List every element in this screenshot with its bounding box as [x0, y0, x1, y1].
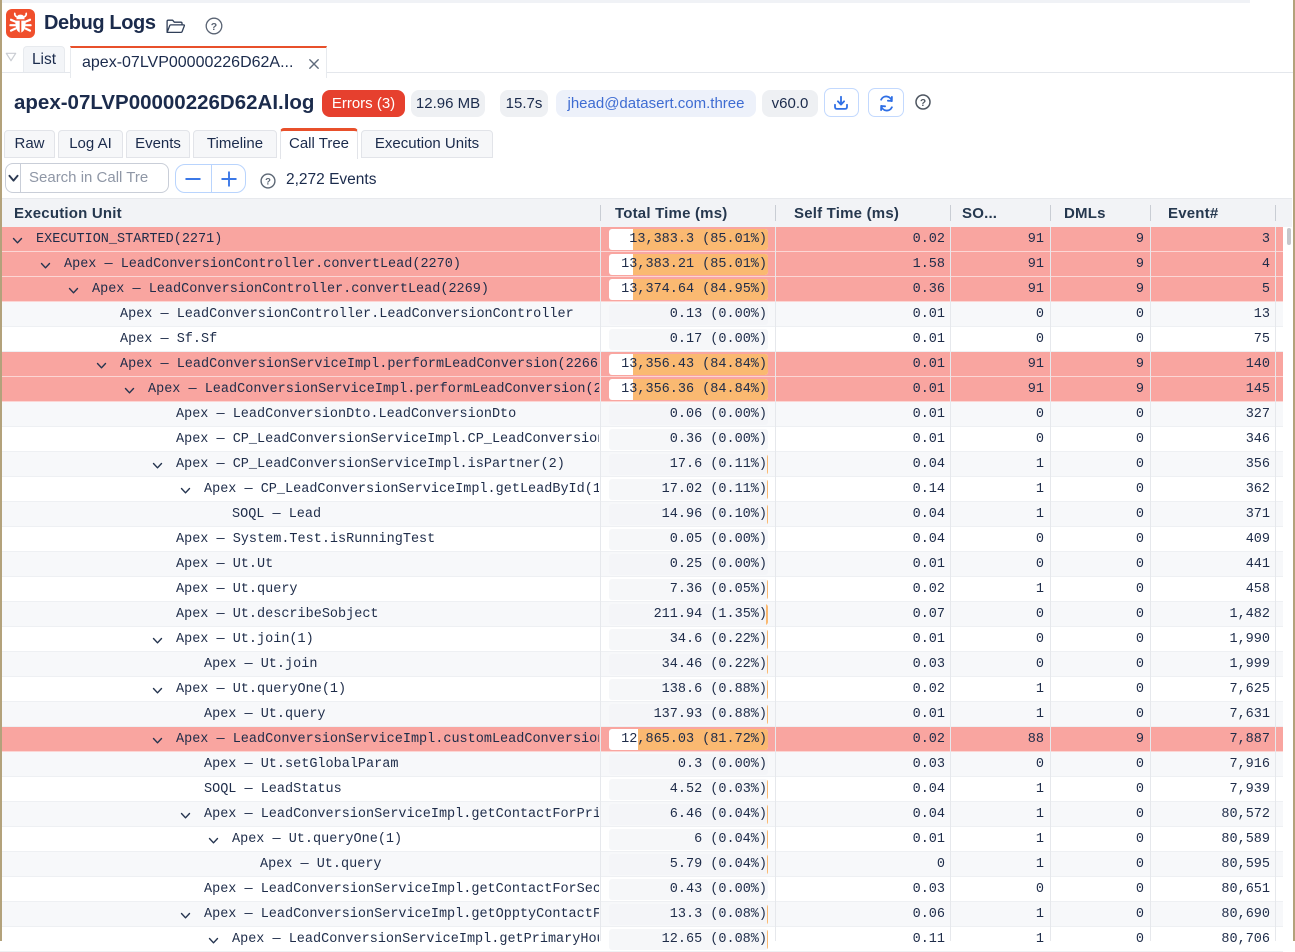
svg-text:?: ?	[920, 98, 926, 109]
svg-text:?: ?	[265, 177, 271, 188]
svg-text:?: ?	[211, 21, 217, 33]
